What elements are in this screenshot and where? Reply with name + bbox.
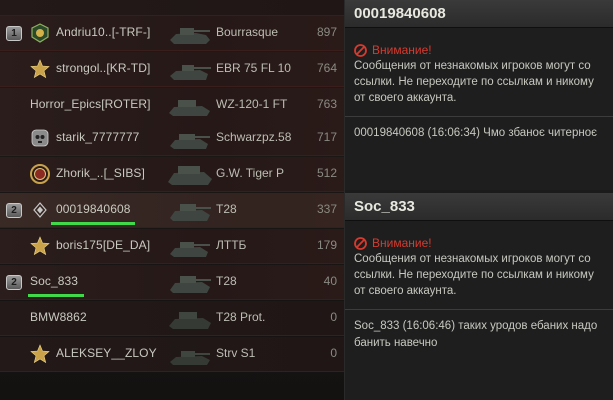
- player-row[interactable]: strongol..[KR-TD] EBR 75 FL 10 764: [0, 52, 344, 87]
- player-row[interactable]: boris175[DE_DA] ЛТТБ 179: [0, 229, 344, 264]
- tank-icon: [168, 166, 212, 185]
- platoon-badge: 2: [6, 275, 22, 290]
- player-row[interactable]: Horror_Epics[ROTER] WZ-120-1 FT 763: [0, 88, 344, 123]
- tank-icon: [170, 242, 210, 257]
- player-score: 0: [330, 346, 337, 360]
- player-row[interactable]: Zhorik_..[_SIBS] G.W. Tiger P 512: [0, 157, 344, 192]
- tank-icon: [170, 65, 211, 80]
- player-row[interactable]: starik_7777777 Schwarzpz.58 717: [0, 121, 344, 156]
- chat-panel: 00019840608 Внимание! Сообщения от незна…: [344, 0, 613, 400]
- diamond-rank-icon: [33, 202, 47, 218]
- warning-line: ссылки. Не переходите по ссылкам и ником…: [354, 269, 594, 281]
- divider: [345, 309, 613, 310]
- no-entry-icon: [354, 43, 367, 57]
- player-name: Zhorik_..[_SIBS]: [56, 166, 145, 180]
- player-score: 40: [323, 274, 337, 288]
- player-row[interactable]: 2 Soc_833 T28 40: [0, 265, 344, 300]
- warning-line: Сообщения от незнакомых игроков могут со: [354, 60, 591, 72]
- rank-emblem-icon: [31, 23, 49, 43]
- tank-icon: [170, 276, 211, 293]
- player-score: 179: [316, 238, 337, 252]
- tank-icon: [170, 134, 210, 149]
- tank-icon: [169, 312, 211, 329]
- platoon-underline: [51, 222, 135, 225]
- platoon-underline: [28, 294, 84, 297]
- tank-name: T28: [216, 202, 237, 216]
- chat-window[interactable]: 00019840608 Внимание! Сообщения от незна…: [345, 0, 613, 190]
- star-medal-icon: [30, 344, 50, 364]
- skull-badge-icon: [31, 129, 49, 147]
- divider: [345, 116, 613, 117]
- player-row[interactable]: ALEKSEY__ZLOY Strv S1 0: [0, 337, 344, 372]
- player-row[interactable]: 2 00019840608 T28 337: [0, 193, 344, 228]
- tank-name: Strv S1: [216, 346, 256, 360]
- player-name: starik_7777777: [56, 130, 140, 144]
- player-name: boris175[DE_DA]: [56, 238, 151, 252]
- player-name: strongol..[KR-TD]: [56, 61, 151, 75]
- chat-window[interactable]: Soc_833 Внимание! Сообщения от незнакомы…: [345, 193, 613, 400]
- warning-line: от своего аккаунта.: [354, 92, 457, 104]
- player-row[interactable]: 1 Andriu10..[-TRF-] Bourrasque 897: [0, 16, 344, 51]
- chat-title[interactable]: 00019840608: [345, 0, 613, 28]
- platoon-badge: 1: [6, 26, 22, 41]
- warning-body: Сообщения от незнакомых игроков могут со…: [354, 58, 613, 106]
- warning-title-text: Внимание!: [372, 43, 432, 57]
- tank-name: Bourrasque: [216, 25, 279, 39]
- tank-icon: [169, 100, 210, 116]
- player-list: 1 Andriu10..[-TRF-] Bourrasque 897 stron…: [0, 0, 344, 400]
- tank-name: WZ-120-1 FT: [216, 97, 288, 111]
- player-name: 00019840608: [56, 202, 131, 216]
- chat-title[interactable]: Soc_833: [345, 193, 613, 221]
- chat-message: 00019840608 (16:06:34) Чмо збаноє читерн…: [354, 127, 597, 139]
- player-score: 763: [316, 97, 337, 111]
- star-medal-icon: [30, 236, 50, 256]
- chat-message: Soc_833 (16:06:46) таких уродов ебаних н…: [354, 320, 598, 349]
- tank-name: ЛТТБ: [216, 238, 247, 252]
- player-name: Andriu10..[-TRF-]: [56, 25, 151, 39]
- player-name: BMW8862: [30, 310, 87, 324]
- player-row[interactable]: BMW8862 T28 Prot. 0: [0, 301, 344, 336]
- warning-title-text: Внимание!: [372, 236, 432, 250]
- player-score: 0: [330, 310, 337, 324]
- player-score: 512: [316, 166, 337, 180]
- warning-title: Внимание!: [354, 42, 613, 58]
- player-row[interactable]: [0, 0, 344, 16]
- warning-line: ссылки. Не переходите по ссылкам и ником…: [354, 76, 594, 88]
- player-name: ALEKSEY__ZLOY: [56, 346, 157, 360]
- tank-name: T28 Prot.: [216, 310, 266, 324]
- player-score: 897: [316, 25, 337, 39]
- player-score: 717: [316, 130, 337, 144]
- warning-title: Внимание!: [354, 235, 613, 251]
- warning-line: от своего аккаунта.: [354, 285, 457, 297]
- player-score: 337: [316, 202, 337, 216]
- player-score: 764: [316, 61, 337, 75]
- tank-icon: [170, 28, 210, 44]
- star-medal-icon: [30, 59, 50, 79]
- tank-icon: [170, 204, 211, 221]
- wreath-medal-icon: [30, 164, 50, 184]
- tank-name: Schwarzpz.58: [216, 130, 292, 144]
- tank-name: EBR 75 FL 10: [216, 61, 291, 75]
- player-name: Soc_833: [30, 274, 79, 288]
- platoon-badge: 2: [6, 203, 22, 218]
- warning-body: Сообщения от незнакомых игроков могут со…: [354, 251, 613, 299]
- no-entry-icon: [354, 236, 367, 250]
- warning-line: Сообщения от незнакомых игроков могут со: [354, 253, 591, 265]
- tank-name: G.W. Tiger P: [216, 166, 285, 180]
- player-name: Horror_Epics[ROTER]: [30, 97, 151, 111]
- tank-name: T28: [216, 274, 237, 288]
- tank-icon: [170, 351, 210, 365]
